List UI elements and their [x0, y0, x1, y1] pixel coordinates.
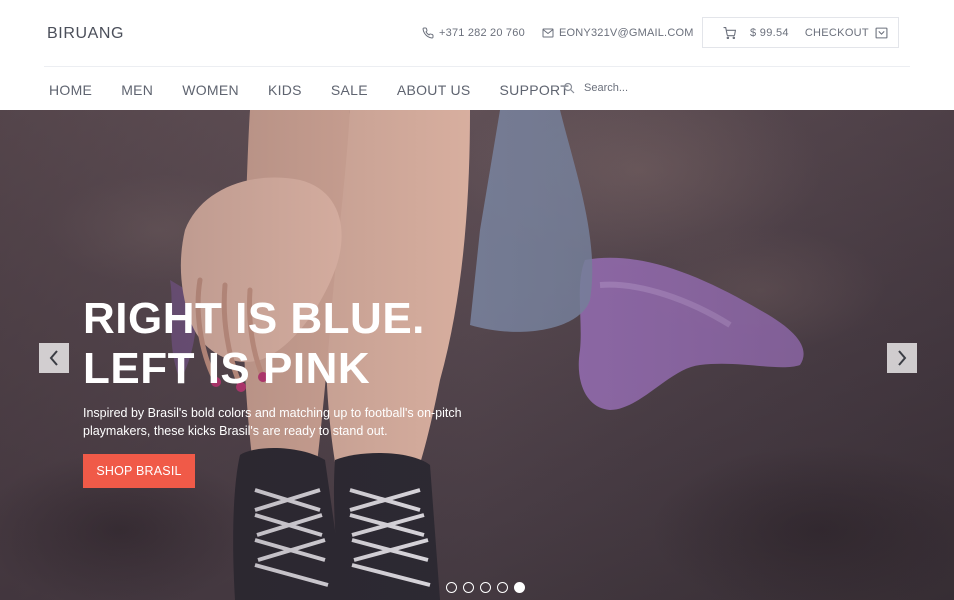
main-nav: HOME MEN WOMEN KIDS SALE ABOUT US SUPPOR… — [49, 82, 598, 98]
email-address: EONY321V@GMAIL.COM — [559, 27, 694, 39]
slider-prev-button[interactable] — [39, 343, 69, 373]
cart-icon[interactable] — [723, 26, 736, 39]
phone-contact[interactable]: +371 282 20 760 — [422, 27, 525, 39]
slider-dot-3[interactable] — [480, 582, 491, 593]
chevron-right-icon — [898, 350, 907, 366]
search-input[interactable] — [584, 82, 744, 94]
nav-item-sale[interactable]: SALE — [331, 82, 368, 98]
email-contact[interactable]: EONY321V@GMAIL.COM — [542, 27, 694, 39]
cart-total: $ 99.54 — [750, 26, 789, 39]
hero-slider: RIGHT IS BLUE. LEFT IS PINK Inspired by … — [0, 110, 954, 600]
slider-dot-1[interactable] — [446, 582, 457, 593]
chevron-left-icon — [49, 350, 58, 366]
brand-logo[interactable]: BIRUANG — [47, 25, 124, 43]
hero-description-line-2: playmakers, these kicks Brasil's are rea… — [83, 424, 388, 438]
nav-item-women[interactable]: WOMEN — [182, 82, 239, 98]
top-bar: BIRUANG +371 282 20 760 EONY321V@GMAIL.C… — [0, 0, 954, 66]
hero-description: Inspired by Brasil's bold colors and mat… — [83, 404, 503, 440]
checkout-label: CHECKOUT — [804, 26, 869, 39]
checkout-button[interactable]: CHECKOUT — [805, 27, 888, 39]
mail-icon — [542, 28, 554, 38]
slider-pagination — [446, 582, 531, 593]
nav-item-about-us[interactable]: ABOUT US — [397, 82, 471, 98]
slider-dot-4[interactable] — [497, 582, 508, 593]
nav-item-support[interactable]: SUPPORT — [500, 82, 570, 98]
shop-brasil-button[interactable]: SHOP BRASIL — [83, 454, 195, 488]
search-box — [563, 79, 763, 97]
header-divider — [44, 66, 910, 67]
cart-summary[interactable]: $ 99.54 CHECKOUT — [702, 17, 899, 48]
checkout-icon — [875, 27, 888, 38]
hero-description-line-1: Inspired by Brasil's bold colors and mat… — [83, 406, 462, 420]
hero-title: RIGHT IS BLUE. LEFT IS PINK — [83, 294, 503, 394]
hero-title-line-1: RIGHT IS BLUE. — [83, 294, 425, 343]
slider-dot-2[interactable] — [463, 582, 474, 593]
phone-number: +371 282 20 760 — [439, 27, 525, 39]
hero-title-line-2: LEFT IS PINK — [83, 344, 371, 393]
nav-item-men[interactable]: MEN — [121, 82, 153, 98]
slider-dot-5[interactable] — [514, 582, 525, 593]
search-icon[interactable] — [563, 82, 575, 94]
phone-icon — [422, 27, 434, 39]
nav-item-kids[interactable]: KIDS — [268, 82, 302, 98]
nav-item-home[interactable]: HOME — [49, 82, 92, 98]
slider-next-button[interactable] — [887, 343, 917, 373]
